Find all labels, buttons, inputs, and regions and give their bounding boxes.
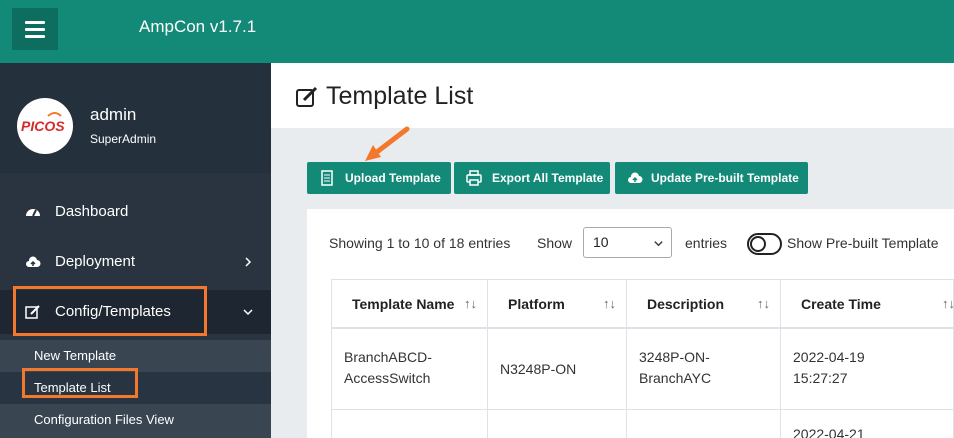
- template-table-card: Showing 1 to 10 of 18 entries Show 10 en…: [307, 209, 954, 438]
- table-cell: 2022-04-19 15:27:27: [780, 328, 954, 410]
- table-cell: 2022-04-21: [780, 409, 954, 438]
- cell-create-time: 2022-04-21: [793, 426, 865, 438]
- column-header-platform[interactable]: Platform ↑↓: [487, 279, 627, 329]
- column-header-label: Description: [647, 296, 725, 312]
- sidebar-item-deployment[interactable]: Deployment: [0, 240, 271, 284]
- table-cell: [626, 409, 781, 438]
- dashboard-icon: [26, 209, 40, 217]
- column-header-label: Create Time: [801, 296, 881, 312]
- avatar: PICOS: [17, 98, 73, 154]
- submenu-item-label: Configuration Files View: [34, 412, 174, 427]
- table-cell: 3248P-ON- BranchAYC: [626, 328, 781, 410]
- export-all-template-button[interactable]: Export All Template: [454, 162, 610, 194]
- sort-icon: ↑↓: [464, 296, 477, 311]
- sidebar-item-dashboard[interactable]: Dashboard: [0, 190, 271, 234]
- app-title: AmpCon v1.7.1: [139, 17, 257, 36]
- highlight-box: [13, 286, 207, 336]
- page-size-select[interactable]: 10: [583, 227, 672, 258]
- show-prebuilt-toggle[interactable]: [747, 233, 782, 255]
- cell-platform: N3248P-ON: [500, 361, 577, 377]
- hamburger-icon-bar: [25, 28, 45, 31]
- cloud-upload-icon: [628, 172, 643, 183]
- column-header-label: Platform: [508, 296, 565, 312]
- table-cell: [487, 409, 627, 438]
- avatar-text: PICOS: [21, 118, 65, 134]
- toggle-knob: [750, 236, 766, 252]
- upload-template-label: Upload Template: [345, 171, 441, 185]
- menu-toggle-button[interactable]: [12, 8, 58, 50]
- user-role: SuperAdmin: [90, 132, 157, 146]
- highlight-box: [22, 368, 138, 398]
- upload-template-button[interactable]: Upload Template: [307, 162, 451, 194]
- table-cell: N3248P-ON: [487, 328, 627, 410]
- submenu-item-label: New Template: [34, 348, 117, 363]
- template-table: Template Name ↑↓ Platform ↑↓ Description…: [331, 279, 954, 438]
- show-label: Show: [537, 235, 573, 251]
- sidebar: PICOS admin SuperAdmin Dashboard Deploym…: [0, 63, 271, 438]
- page-size-value: 10: [593, 234, 609, 250]
- column-header-create-time[interactable]: Create Time ↑↓: [780, 279, 954, 329]
- update-prebuilt-template-label: Update Pre-built Template: [651, 171, 799, 185]
- cell-template-name: BranchABCD- AccessSwitch: [344, 349, 432, 386]
- update-prebuilt-template-button[interactable]: Update Pre-built Template: [615, 162, 808, 194]
- picos-logo-icon: PICOS: [21, 112, 65, 134]
- chevron-down-icon: [243, 309, 253, 316]
- annotation-arrow-icon: [365, 126, 410, 161]
- sort-icon: ↑↓: [603, 296, 616, 311]
- submenu-item-configuration-files-view[interactable]: Configuration Files View: [0, 404, 271, 436]
- chevron-right-icon: [245, 257, 252, 267]
- print-icon: [466, 170, 482, 186]
- table-cell: [331, 409, 488, 438]
- sort-icon: ↑↓: [942, 296, 954, 311]
- sidebar-item-label: Deployment: [55, 253, 136, 270]
- table-cell: BranchABCD- AccessSwitch: [331, 328, 488, 410]
- cloud-icon: [26, 256, 41, 267]
- hamburger-icon-bar: [25, 35, 45, 38]
- export-all-template-label: Export All Template: [492, 171, 604, 185]
- show-prebuilt-label: Show Pre-built Template: [787, 235, 939, 251]
- user-profile: PICOS admin SuperAdmin: [0, 63, 271, 173]
- entries-label: entries: [685, 235, 728, 251]
- main-content: Template List Upload Template Export All…: [271, 63, 954, 438]
- file-icon: [321, 170, 333, 186]
- page-header: Template List: [271, 63, 954, 128]
- chevron-down-icon: [654, 241, 663, 247]
- sidebar-item-label: Dashboard: [55, 203, 129, 220]
- column-header-label: Template Name: [352, 296, 455, 312]
- column-header-description[interactable]: Description ↑↓: [626, 279, 781, 329]
- column-header-template-name[interactable]: Template Name ↑↓: [331, 279, 488, 329]
- page-title: Template List: [326, 82, 474, 110]
- cell-description: 3248P-ON- BranchAYC: [639, 349, 712, 386]
- sort-icon: ↑↓: [757, 296, 770, 311]
- entries-info: Showing 1 to 10 of 18 entries: [329, 235, 511, 251]
- hamburger-icon: [25, 21, 45, 24]
- edit-icon: [296, 86, 318, 107]
- cell-create-time: 2022-04-19 15:27:27: [793, 349, 865, 386]
- top-bar: AmpCon v1.7.1: [0, 0, 954, 63]
- user-name: admin: [90, 105, 137, 124]
